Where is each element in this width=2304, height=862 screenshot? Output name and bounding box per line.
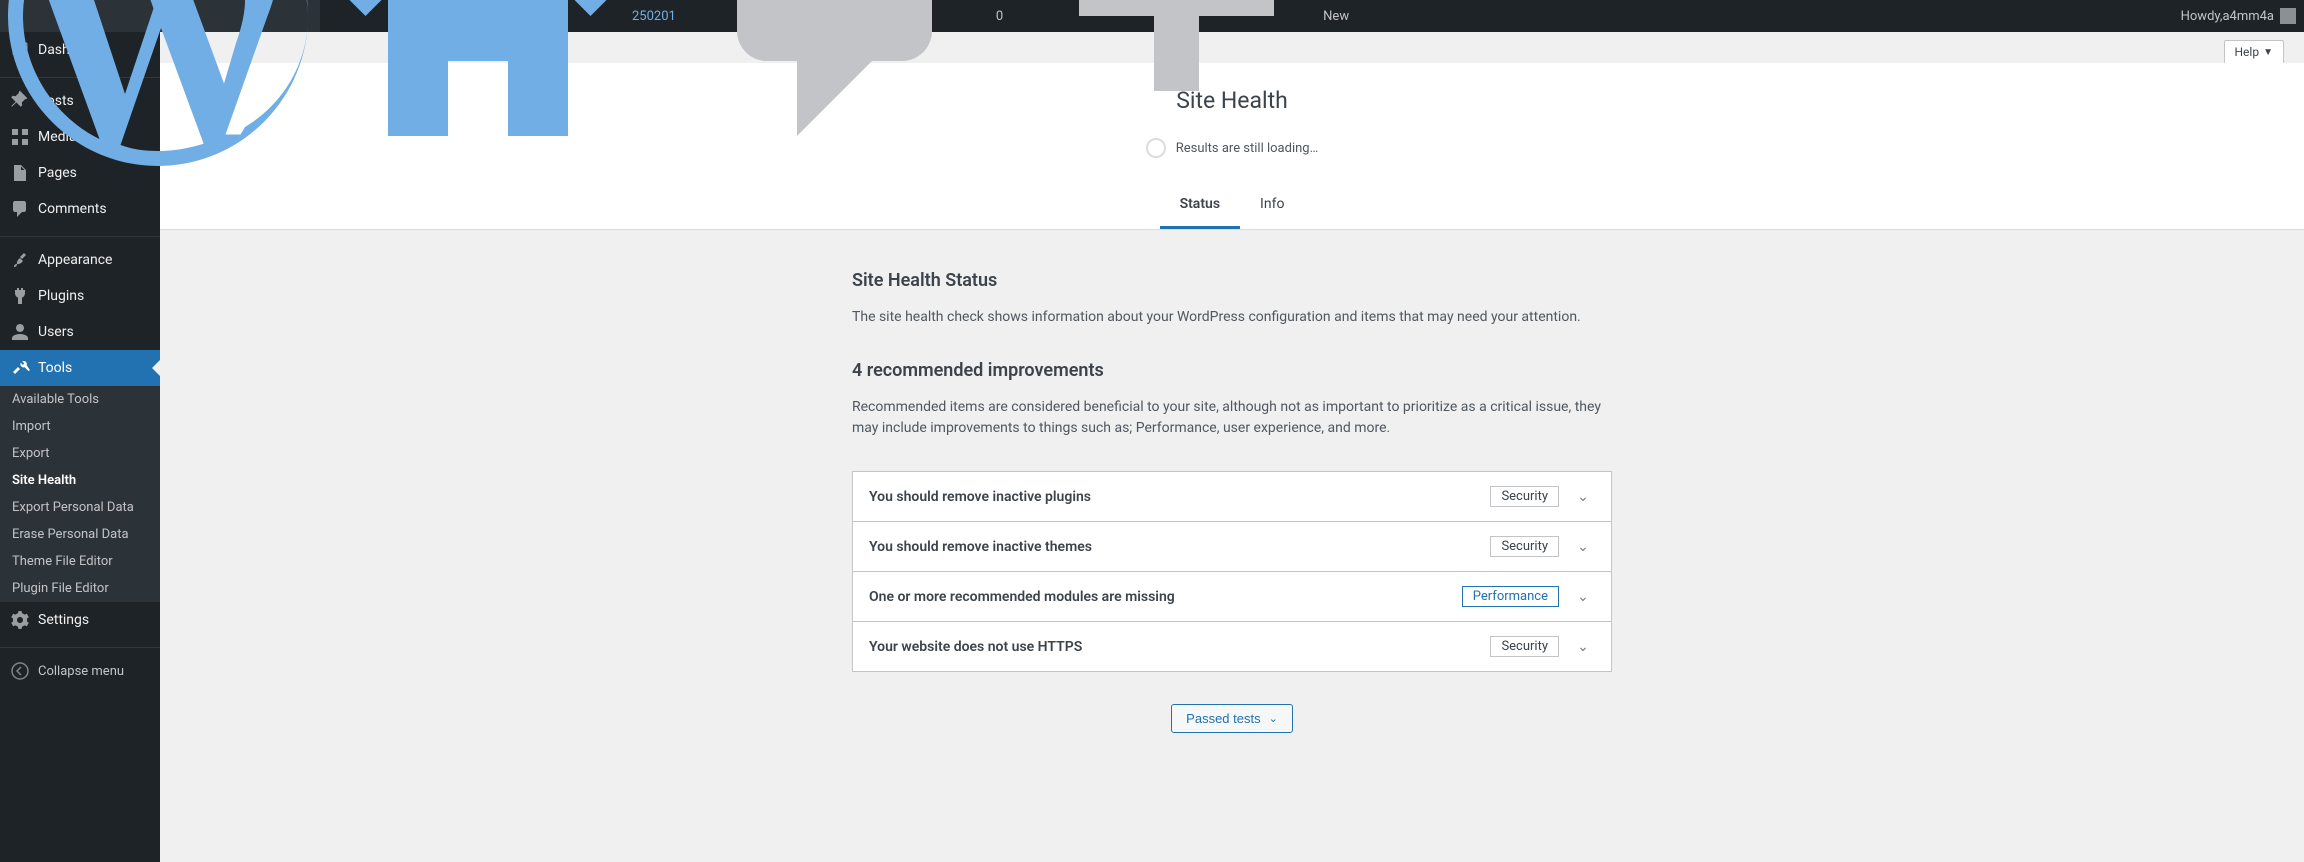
help-tab-button[interactable]: Help ▼ bbox=[2224, 40, 2285, 63]
issue-title: You should remove inactive plugins bbox=[869, 489, 1091, 505]
issue-badge: Security bbox=[1490, 486, 1559, 507]
comments-icon bbox=[10, 199, 30, 219]
site-name-text: 250201 bbox=[632, 9, 676, 24]
issue-badge: Performance bbox=[1462, 586, 1559, 607]
user-icon bbox=[10, 322, 30, 342]
site-name-link[interactable]: 250201 bbox=[320, 0, 684, 32]
sidebar-item-label: Plugins bbox=[38, 288, 84, 304]
comment-icon bbox=[692, 0, 992, 166]
submenu-available-tools[interactable]: Available Tools bbox=[0, 386, 160, 413]
tab-info[interactable]: Info bbox=[1240, 182, 1304, 229]
issues-accordion: You should remove inactive plugins Secur… bbox=[852, 471, 1612, 672]
issue-row: You should remove inactive plugins Secur… bbox=[853, 472, 1611, 522]
avatar-icon bbox=[2280, 8, 2296, 24]
new-content-link[interactable]: New bbox=[1011, 0, 1357, 32]
plug-icon bbox=[10, 286, 30, 306]
sidebar-item-label: Settings bbox=[38, 612, 89, 628]
sidebar-item-plugins[interactable]: Plugins bbox=[0, 278, 160, 314]
issue-badge: Security bbox=[1490, 636, 1559, 657]
menu-separator bbox=[0, 643, 160, 648]
sidebar-item-label: Tools bbox=[38, 360, 72, 376]
passed-tests-label: Passed tests bbox=[1186, 711, 1260, 726]
issue-badge: Security bbox=[1490, 536, 1559, 557]
help-label: Help bbox=[2235, 45, 2260, 59]
issue-toggle[interactable]: You should remove inactive plugins Secur… bbox=[853, 472, 1611, 521]
submenu-import[interactable]: Import bbox=[0, 413, 160, 440]
chevron-down-icon: ⌄ bbox=[1571, 639, 1595, 655]
plus-icon bbox=[1019, 0, 1319, 166]
sidebar-item-settings[interactable]: Settings bbox=[0, 602, 160, 638]
chevron-down-icon: ▼ bbox=[2263, 47, 2273, 58]
chevron-down-icon: ⌄ bbox=[1571, 589, 1595, 605]
submenu-export-personal-data[interactable]: Export Personal Data bbox=[0, 494, 160, 521]
recommended-desc: Recommended items are considered benefic… bbox=[852, 397, 1612, 439]
issue-title: One or more recommended modules are miss… bbox=[869, 589, 1175, 605]
sidebar-item-label: Comments bbox=[38, 201, 107, 217]
submenu-theme-file-editor[interactable]: Theme File Editor bbox=[0, 548, 160, 575]
issue-toggle[interactable]: You should remove inactive themes Securi… bbox=[853, 522, 1611, 571]
issue-title: You should remove inactive themes bbox=[869, 539, 1092, 555]
sidebar-item-label: Users bbox=[38, 324, 74, 340]
account-link[interactable]: Howdy, a4mm4a bbox=[2173, 0, 2304, 32]
tab-status[interactable]: Status bbox=[1160, 182, 1240, 229]
home-icon bbox=[328, 0, 628, 166]
issue-row: Your website does not use HTTPS Security… bbox=[853, 622, 1611, 671]
issue-toggle[interactable]: One or more recommended modules are miss… bbox=[853, 572, 1611, 621]
sidebar-item-tools[interactable]: Tools bbox=[0, 350, 160, 386]
username: a4mm4a bbox=[2222, 9, 2274, 24]
collapse-icon bbox=[10, 661, 30, 681]
gear-icon bbox=[10, 610, 30, 630]
status-section-desc: The site health check shows information … bbox=[852, 307, 1612, 328]
collapse-menu-button[interactable]: Collapse menu bbox=[0, 653, 160, 689]
sidebar-item-users[interactable]: Users bbox=[0, 314, 160, 350]
menu-separator bbox=[0, 232, 160, 237]
sidebar-item-comments[interactable]: Comments bbox=[0, 191, 160, 227]
passed-tests-button[interactable]: Passed tests ⌄ bbox=[1171, 704, 1293, 733]
recommended-title: 4 recommended improvements bbox=[852, 360, 1612, 381]
submenu-site-health[interactable]: Site Health bbox=[0, 467, 160, 494]
brush-icon bbox=[10, 250, 30, 270]
sidebar-item-appearance[interactable]: Appearance bbox=[0, 242, 160, 278]
submenu-export[interactable]: Export bbox=[0, 440, 160, 467]
new-label: New bbox=[1323, 9, 1349, 24]
collapse-label: Collapse menu bbox=[38, 664, 124, 679]
issue-row: One or more recommended modules are miss… bbox=[853, 572, 1611, 622]
sidebar-item-label: Appearance bbox=[38, 252, 112, 268]
issue-toggle[interactable]: Your website does not use HTTPS Security… bbox=[853, 622, 1611, 671]
howdy-prefix: Howdy, bbox=[2181, 9, 2223, 24]
wordpress-icon bbox=[8, 0, 308, 166]
sidebar-item-label: Pages bbox=[38, 165, 77, 181]
chevron-down-icon: ⌄ bbox=[1571, 489, 1595, 505]
submenu-erase-personal-data[interactable]: Erase Personal Data bbox=[0, 521, 160, 548]
tools-submenu: Available Tools Import Export Site Healt… bbox=[0, 386, 160, 602]
chevron-down-icon: ⌄ bbox=[1269, 712, 1278, 725]
comments-link[interactable]: 0 bbox=[684, 0, 1011, 32]
wrench-icon bbox=[10, 358, 30, 378]
status-section-title: Site Health Status bbox=[852, 270, 1612, 291]
submenu-plugin-file-editor[interactable]: Plugin File Editor bbox=[0, 575, 160, 602]
issue-title: Your website does not use HTTPS bbox=[869, 639, 1082, 655]
comments-count: 0 bbox=[996, 9, 1003, 24]
page-icon bbox=[10, 163, 30, 183]
wp-logo[interactable] bbox=[0, 0, 320, 32]
issue-row: You should remove inactive themes Securi… bbox=[853, 522, 1611, 572]
chevron-down-icon: ⌄ bbox=[1571, 539, 1595, 555]
